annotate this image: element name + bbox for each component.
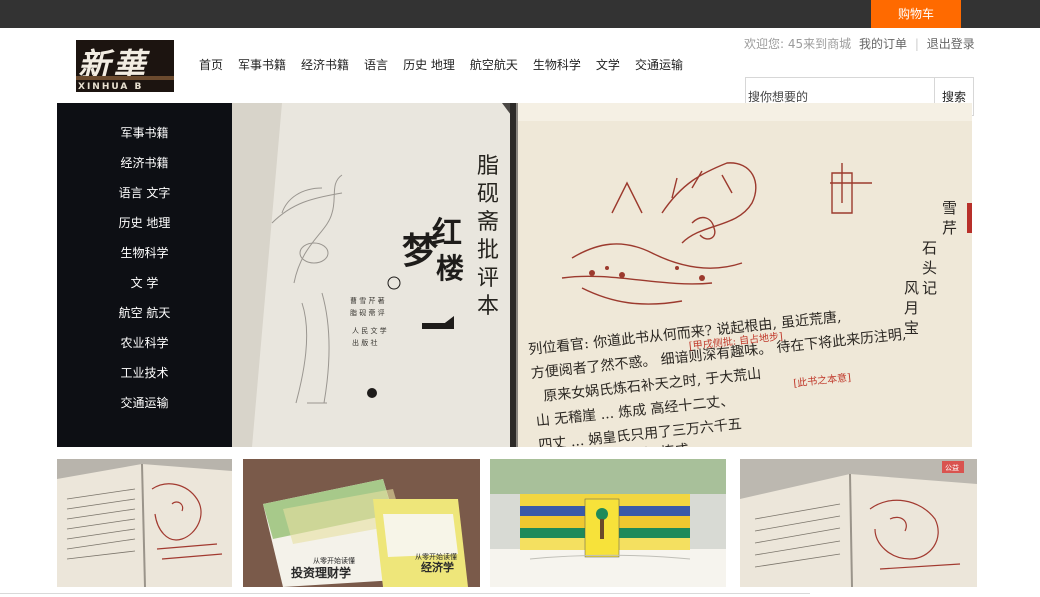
nav-item-biology[interactable]: 生物科学 [533, 56, 581, 73]
svg-text:雪: 雪 [942, 199, 957, 217]
logout-link[interactable]: 退出登录 [927, 37, 975, 51]
svg-text:人 民 文 学: 人 民 文 学 [352, 326, 387, 335]
svg-text:月: 月 [904, 299, 919, 317]
sidebar-item-economics[interactable]: 经济书籍 [57, 154, 232, 184]
thumbnail-image: 投资理财学 经济学 从零开始读懂 从零开始读懂 [243, 459, 480, 587]
svg-text:风: 风 [904, 279, 919, 297]
bottom-divider [0, 593, 810, 594]
banner-image: 红 楼 梦 脂 砚 斋 批 评 本 曹 雪 芹 著 脂 砚 斋 评 人 民 文 … [232, 103, 972, 447]
thumbnail-image [490, 459, 726, 587]
sidebar-item-military[interactable]: 军事书籍 [57, 124, 232, 154]
svg-text:记: 记 [922, 279, 937, 297]
book-title-investment: 投资理财学 [291, 565, 351, 580]
svg-text:斋: 斋 [477, 210, 499, 235]
thumbnail-1[interactable] [57, 459, 232, 587]
sidebar-item-agriculture[interactable]: 农业科学 [57, 334, 232, 364]
nav-item-economics[interactable]: 经济书籍 [301, 56, 349, 73]
nav-item-literature[interactable]: 文学 [596, 56, 620, 73]
cart-button[interactable]: 购物车 [871, 0, 961, 28]
thumbnail-image: 公益 [740, 459, 977, 587]
svg-text:脂: 脂 [477, 154, 499, 179]
svg-text:批: 批 [477, 238, 499, 263]
product-thumbnails: 投资理财学 经济学 从零开始读懂 从零开始读懂 公益 [57, 459, 977, 587]
main-nav: 首页 军事书籍 经济书籍 语言 历史 地理 航空航天 生物科学 文学 交通运输 [199, 56, 698, 73]
logo-subtitle: XINHUA B [78, 82, 144, 92]
nav-item-language[interactable]: 语言 [364, 56, 388, 73]
thumbnail-image [57, 459, 232, 587]
svg-text:梦: 梦 [402, 230, 438, 272]
nav-item-home[interactable]: 首页 [199, 56, 223, 73]
svg-text:芹: 芹 [942, 219, 957, 237]
thumbnail-badge: 公益 [945, 463, 959, 472]
nav-item-transport[interactable]: 交通运输 [635, 56, 683, 73]
welcome-text: 欢迎您: 45来到商城 [744, 37, 852, 51]
sidebar-item-history[interactable]: 历史 地理 [57, 214, 232, 244]
sidebar-item-language[interactable]: 语言 文字 [57, 184, 232, 214]
nav-item-aerospace[interactable]: 航空航天 [470, 56, 518, 73]
svg-text:楼: 楼 [436, 252, 464, 285]
user-links: 欢迎您: 45来到商城 我的订单 | 退出登录 [744, 35, 975, 52]
svg-text:石: 石 [922, 239, 937, 257]
svg-text:曹 雪 芹 著: 曹 雪 芹 著 [350, 296, 385, 305]
sidebar-item-aerospace[interactable]: 航空 航天 [57, 304, 232, 334]
divider: | [914, 37, 919, 51]
category-sidebar: 军事书籍 经济书籍 语言 文字 历史 地理 生物科学 文 学 航空 航天 农业科… [57, 103, 232, 447]
svg-text:砚: 砚 [477, 182, 499, 207]
sidebar-item-literature[interactable]: 文 学 [57, 274, 232, 304]
my-orders-link[interactable]: 我的订单 [859, 37, 907, 51]
hero-banner[interactable]: 红 楼 梦 脂 砚 斋 批 评 本 曹 雪 芹 著 脂 砚 斋 评 人 民 文 … [232, 103, 972, 447]
book-series-1: 从零开始读懂 [313, 556, 355, 565]
top-bar: 购物车 [0, 0, 1040, 28]
thumbnail-4[interactable]: 公益 [740, 459, 977, 587]
book-series-2: 从零开始读懂 [415, 552, 457, 561]
sidebar-item-transport[interactable]: 交通运输 [57, 394, 232, 424]
nav-item-history[interactable]: 历史 地理 [403, 56, 455, 73]
sidebar-item-biology[interactable]: 生物科学 [57, 244, 232, 274]
thumbnail-3[interactable] [490, 459, 726, 587]
site-logo[interactable]: 新華 XINHUA B [76, 40, 174, 92]
svg-text:本: 本 [477, 294, 499, 319]
sidebar-item-industry[interactable]: 工业技术 [57, 364, 232, 394]
svg-text:出 版 社: 出 版 社 [352, 338, 377, 347]
logo-strip [76, 76, 174, 80]
svg-text:评: 评 [477, 266, 499, 291]
thumbnail-2[interactable]: 投资理财学 经济学 从零开始读懂 从零开始读懂 [243, 459, 480, 587]
book-title-economics: 经济学 [421, 560, 454, 574]
nav-item-military[interactable]: 军事书籍 [238, 56, 286, 73]
svg-text:脂 砚 斋 评: 脂 砚 斋 评 [350, 308, 385, 317]
svg-text:头: 头 [922, 259, 937, 277]
